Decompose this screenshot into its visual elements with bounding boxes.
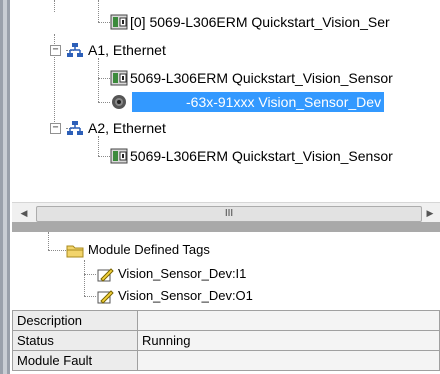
tag-edit-icon — [97, 268, 114, 282]
tree-line — [48, 232, 49, 250]
tree-line — [54, 0, 55, 12]
tree-line — [98, 102, 110, 103]
tree-item-label: 5069-L306ERM Quickstart_Vision_Sensor — [130, 148, 393, 164]
tree-item-label: 5069-L306ERM Quickstart_Vision_Sensor — [130, 70, 393, 86]
property-key: Status — [12, 330, 138, 351]
controller-module-icon — [110, 14, 128, 30]
tree-line — [84, 274, 96, 275]
io-configuration-tree[interactable]: [0] 5069-L306ERM Quickstart_Vision_Ser −… — [10, 0, 440, 202]
ethernet-network-icon — [67, 121, 83, 135]
tree-item-label: [0] 5069-L306ERM Quickstart_Vision_Ser — [130, 14, 390, 30]
table-row[interactable]: Status Running — [12, 330, 440, 351]
module-tags-tree[interactable]: Module Defined Tags Vision_Sensor_Dev:I1… — [12, 232, 440, 310]
scroll-right-button[interactable]: ▶ — [422, 205, 438, 221]
collapse-toggle[interactable]: − — [50, 123, 61, 134]
tree-line — [98, 78, 110, 79]
module-properties-table: Description Status Running Module Fault — [12, 310, 440, 371]
property-key: Description — [12, 310, 138, 331]
folder-icon — [66, 245, 84, 258]
table-row[interactable]: Description — [12, 310, 440, 331]
tree-line — [84, 296, 96, 297]
tree-line — [98, 22, 110, 23]
tree-item-label-selected: -63x-91xxx Vision_Sensor_Dev — [132, 92, 385, 112]
scroll-thumb[interactable]: III — [36, 206, 422, 222]
tag-edit-icon — [97, 290, 114, 304]
tree-line — [98, 156, 110, 157]
scroll-left-button[interactable]: ◀ — [16, 205, 32, 221]
property-value — [137, 310, 440, 331]
horizontal-scrollbar[interactable]: ◀ III ▶ — [12, 202, 440, 223]
tree-line — [98, 0, 99, 22]
property-key: Module Fault — [12, 350, 138, 371]
tree-line — [98, 136, 99, 156]
tree-line — [98, 58, 99, 102]
ethernet-network-icon — [67, 43, 83, 57]
tree-item-label: Module Defined Tags — [88, 242, 210, 257]
tree-item-label: Vision_Sensor_Dev:I1 — [118, 266, 247, 281]
controller-module-icon — [110, 70, 128, 86]
table-row[interactable]: Module Fault — [12, 350, 440, 371]
collapse-toggle[interactable]: − — [50, 45, 61, 56]
tree-line — [48, 250, 66, 251]
tree-item-label: A2, Ethernet — [88, 120, 166, 136]
left-panel-edge — [0, 0, 10, 374]
vision-sensor-icon — [112, 95, 126, 109]
pane-splitter[interactable] — [12, 222, 440, 232]
tree-item-label: Vision_Sensor_Dev:O1 — [118, 288, 253, 303]
property-value — [137, 350, 440, 371]
tree-item-label: A1, Ethernet — [88, 42, 166, 58]
left-panel-splitter[interactable] — [3, 0, 7, 374]
tree-line — [84, 260, 85, 296]
property-value: Running — [137, 330, 440, 351]
tree-item-label: -63x-91xxx Vision_Sensor_Dev — [186, 94, 382, 110]
controller-module-icon — [110, 148, 128, 164]
